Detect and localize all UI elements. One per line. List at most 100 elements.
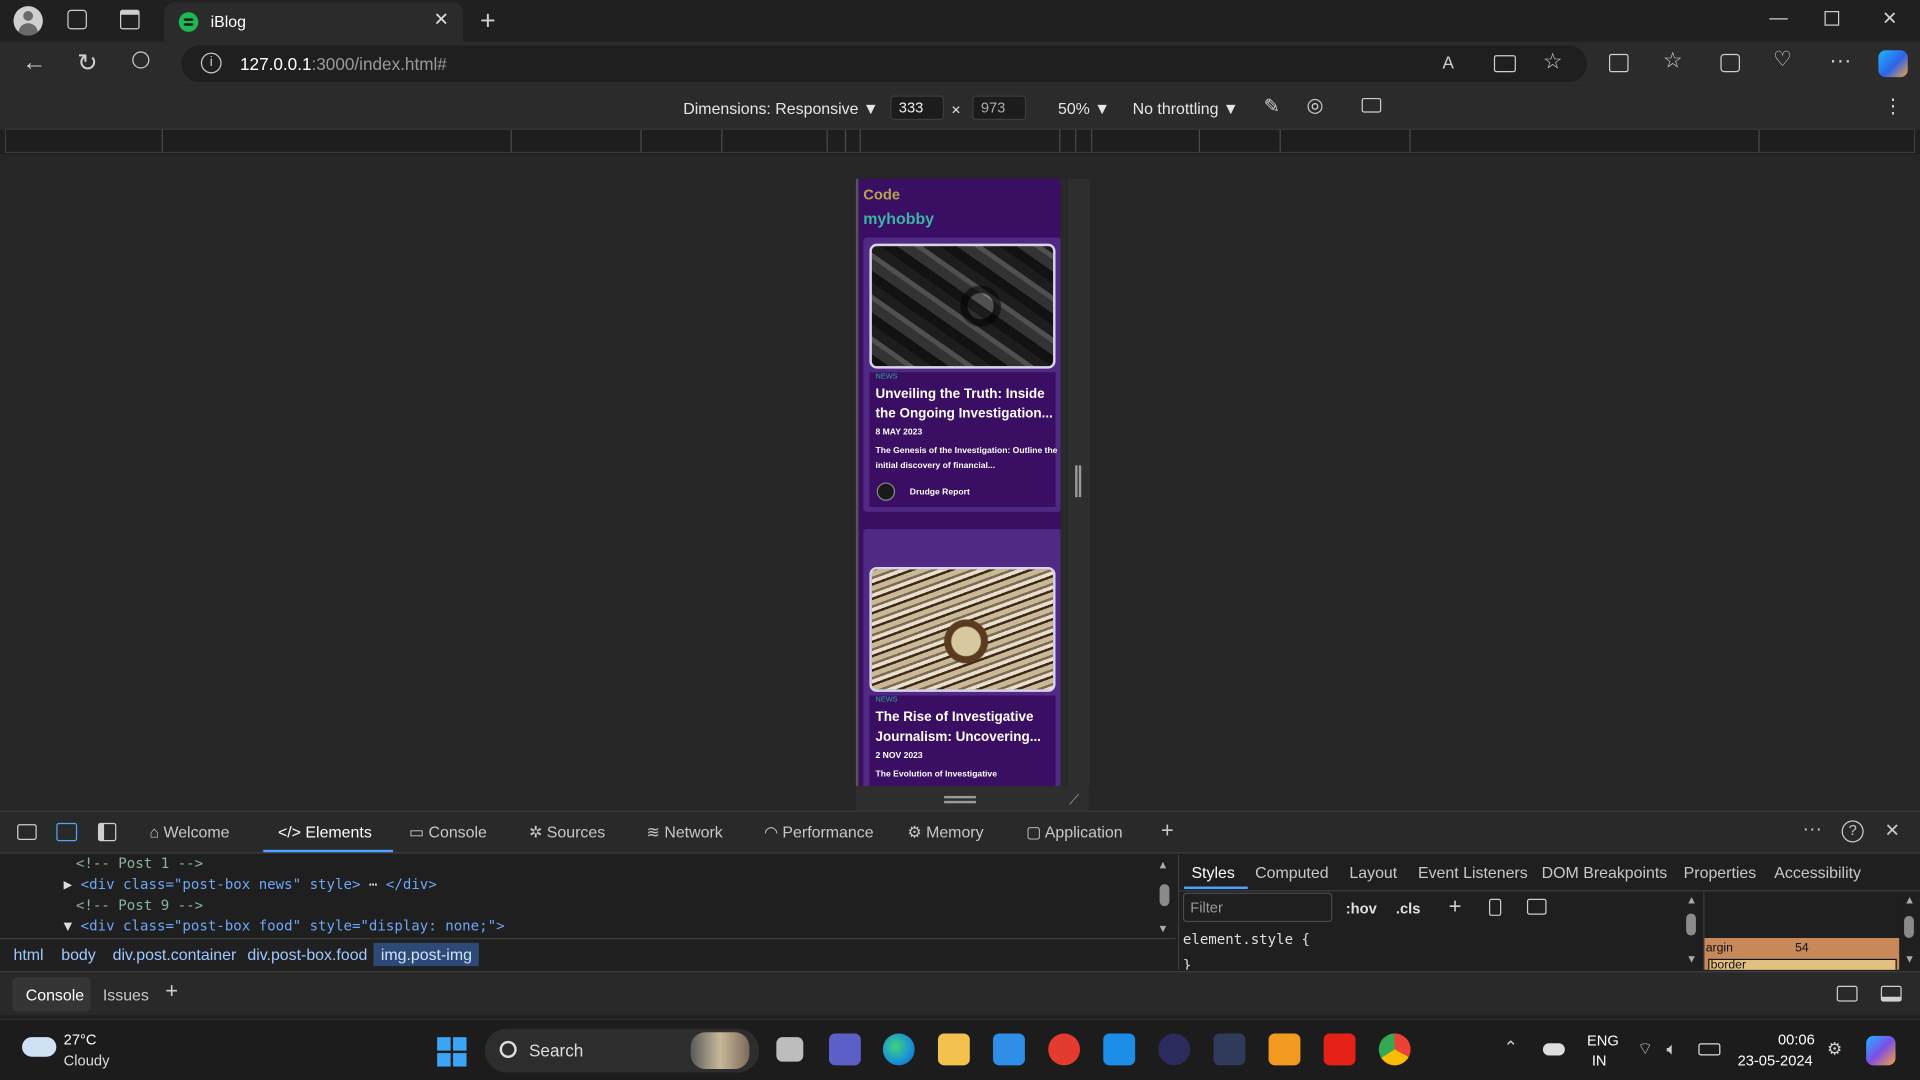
bottom-resize-handle[interactable]: ⟋: [855, 786, 1089, 811]
vision-deficiency-icon[interactable]: ◎: [1307, 93, 1324, 117]
immersive-reader-icon[interactable]: [1493, 55, 1516, 73]
code-line[interactable]: ▶ <div class="post-box news" style> ⋯ </…: [64, 876, 437, 893]
tab-application[interactable]: ▢ Application: [1026, 823, 1123, 843]
site-logo-line1[interactable]: Code: [863, 186, 900, 203]
split-screen-icon[interactable]: [1608, 53, 1629, 73]
dimensions-select[interactable]: Dimensions: Responsive ▼: [683, 99, 878, 117]
box-scrollbar[interactable]: ▲ ▼: [1902, 894, 1917, 967]
device-resize-handle[interactable]: [1067, 178, 1090, 787]
url-text[interactable]: 127.0.0.1:3000/index.html#: [240, 54, 447, 74]
post-card[interactable]: NEWS The Rise of Investigative Journalis…: [863, 528, 1062, 787]
read-aloud-icon[interactable]: A: [1442, 53, 1453, 73]
tab-sources[interactable]: ✲ Sources: [529, 823, 605, 843]
post-author[interactable]: Drudge Report: [910, 489, 970, 498]
rotate-icon[interactable]: [1361, 97, 1382, 113]
add-tab-icon[interactable]: +: [1161, 818, 1174, 844]
tab-close-icon[interactable]: ✕: [433, 9, 448, 31]
height-input[interactable]: 973: [972, 95, 1027, 121]
youtube-icon[interactable]: [1323, 1033, 1356, 1066]
crumb-img-post-img[interactable]: img.post-img: [373, 942, 480, 967]
post-title[interactable]: Unveiling the Truth: Inside the Ongoing …: [876, 384, 1060, 423]
eclipse-icon[interactable]: [1158, 1033, 1191, 1066]
crumb-html[interactable]: html: [13, 945, 43, 963]
new-rule-icon[interactable]: +: [1449, 894, 1462, 920]
clock-time[interactable]: 00:06: [1778, 1031, 1815, 1048]
crumb-body[interactable]: body: [61, 945, 96, 963]
device-more-icon[interactable]: ⋮: [1883, 94, 1903, 118]
task-view-icon[interactable]: [776, 1037, 804, 1062]
new-tab-icon[interactable]: +: [480, 5, 496, 37]
help-icon[interactable]: ?: [1841, 820, 1864, 843]
more-menu-icon[interactable]: ···: [1829, 48, 1851, 74]
zoom-select[interactable]: 50% ▼: [1058, 99, 1110, 117]
crumb-div-post-box-food[interactable]: div.post-box.food: [247, 945, 367, 963]
volume-icon[interactable]: 🔈︎: [1667, 1038, 1677, 1059]
accessibility-tab[interactable]: Accessibility: [1774, 863, 1861, 881]
lang-in[interactable]: IN: [1592, 1052, 1607, 1069]
code-line[interactable]: ▼ <div class="post-box food" style="disp…: [64, 917, 505, 934]
msdos-icon[interactable]: [1213, 1033, 1246, 1066]
event-listeners-tab[interactable]: Event Listeners: [1418, 863, 1528, 881]
filter-input[interactable]: Filter: [1182, 892, 1333, 923]
post-title[interactable]: The Rise of Investigative Journalism: Un…: [876, 708, 1060, 747]
refresh-icon[interactable]: ↻: [77, 48, 98, 79]
url-bar[interactable]: i 127.0.0.1:3000/index.html# A ☆: [181, 45, 1587, 83]
styles-tab[interactable]: Styles: [1191, 863, 1234, 881]
minimize-icon[interactable]: —: [1769, 7, 1787, 28]
wifi-icon[interactable]: ⌔: [1637, 1038, 1653, 1060]
media-query-ruler[interactable]: [4, 128, 1916, 154]
drawer-console-label[interactable]: Console: [26, 986, 84, 1004]
teams-icon[interactable]: [828, 1033, 861, 1066]
computed-tab[interactable]: Computed: [1255, 863, 1328, 881]
weather-desc[interactable]: Cloudy: [64, 1052, 110, 1069]
sidebar-toggle-icon[interactable]: [1526, 898, 1547, 915]
weather-temp[interactable]: 27°C: [64, 1031, 97, 1048]
sublime-icon[interactable]: [1268, 1033, 1301, 1066]
site-info-icon[interactable]: i: [200, 52, 222, 74]
mail-icon[interactable]: [993, 1033, 1025, 1066]
throttling-select[interactable]: No throttling ▼: [1133, 99, 1239, 117]
hov-button[interactable]: :hov: [1346, 900, 1377, 917]
copilot-icon[interactable]: [1878, 50, 1908, 78]
browser-tab[interactable]: iBlog ✕: [164, 2, 463, 42]
crumb-div-post-container[interactable]: div.post.container: [113, 945, 237, 963]
lang-eng[interactable]: ENG: [1587, 1032, 1619, 1049]
file-explorer-icon[interactable]: [937, 1033, 970, 1066]
device-viewport[interactable]: Code myhobby NEWS Unveiling the Truth: I…: [855, 178, 1067, 787]
tab-memory[interactable]: ⚙ Memory: [907, 823, 983, 843]
chrome-icon[interactable]: [1378, 1033, 1411, 1066]
layout-tab[interactable]: Layout: [1349, 863, 1397, 881]
device-toggle-icon[interactable]: [56, 822, 78, 842]
collections-icon[interactable]: [1720, 53, 1741, 73]
edge-icon[interactable]: [882, 1033, 915, 1066]
tab-network[interactable]: ≋ Network: [647, 823, 723, 843]
styles-scrollbar[interactable]: ▲ ▼: [1684, 894, 1699, 967]
focus-assist-icon[interactable]: ⚙: [1827, 1038, 1842, 1059]
browser-essentials-icon[interactable]: ♡: [1773, 48, 1792, 72]
clock-date[interactable]: 23-05-2024: [1738, 1052, 1813, 1069]
vscode-icon[interactable]: [1103, 1033, 1136, 1066]
tab-welcome[interactable]: ⌂ Welcome: [149, 823, 229, 841]
weather-cloud-icon[interactable]: [22, 1037, 57, 1057]
drawer-add-icon[interactable]: +: [165, 978, 178, 1004]
device-scrollbar[interactable]: [1060, 178, 1067, 787]
favorites-icon[interactable]: ☆: [1663, 48, 1683, 74]
copilot-taskbar-icon[interactable]: [1866, 1035, 1896, 1066]
taskbar-search[interactable]: Search: [484, 1028, 760, 1073]
drawer-close-icon[interactable]: [1880, 985, 1902, 1002]
battery-icon[interactable]: [1698, 1043, 1721, 1056]
search-icon[interactable]: [132, 51, 150, 69]
tray-chevron-icon[interactable]: ⌃: [1504, 1037, 1518, 1058]
back-icon[interactable]: ←: [22, 49, 46, 77]
dom-breakpoints-tab[interactable]: DOM Breakpoints: [1542, 863, 1668, 881]
dock-icon[interactable]: [97, 822, 117, 842]
devtools-more-icon[interactable]: ···: [1802, 819, 1822, 841]
elements-tree[interactable]: <!-- Post 1 --> ▶ <div class="post-box n…: [0, 854, 1176, 939]
properties-tab[interactable]: Properties: [1684, 863, 1757, 881]
elements-scrollbar[interactable]: ▲ ▼: [1158, 860, 1170, 936]
box-model[interactable]: argin 54 border: [1703, 892, 1900, 970]
inspect-icon[interactable]: [17, 824, 37, 841]
tab-performance[interactable]: ◠ Performance: [764, 823, 873, 843]
tab-console[interactable]: ▭ Console: [409, 823, 487, 843]
site-logo-line2[interactable]: myhobby: [863, 209, 934, 227]
